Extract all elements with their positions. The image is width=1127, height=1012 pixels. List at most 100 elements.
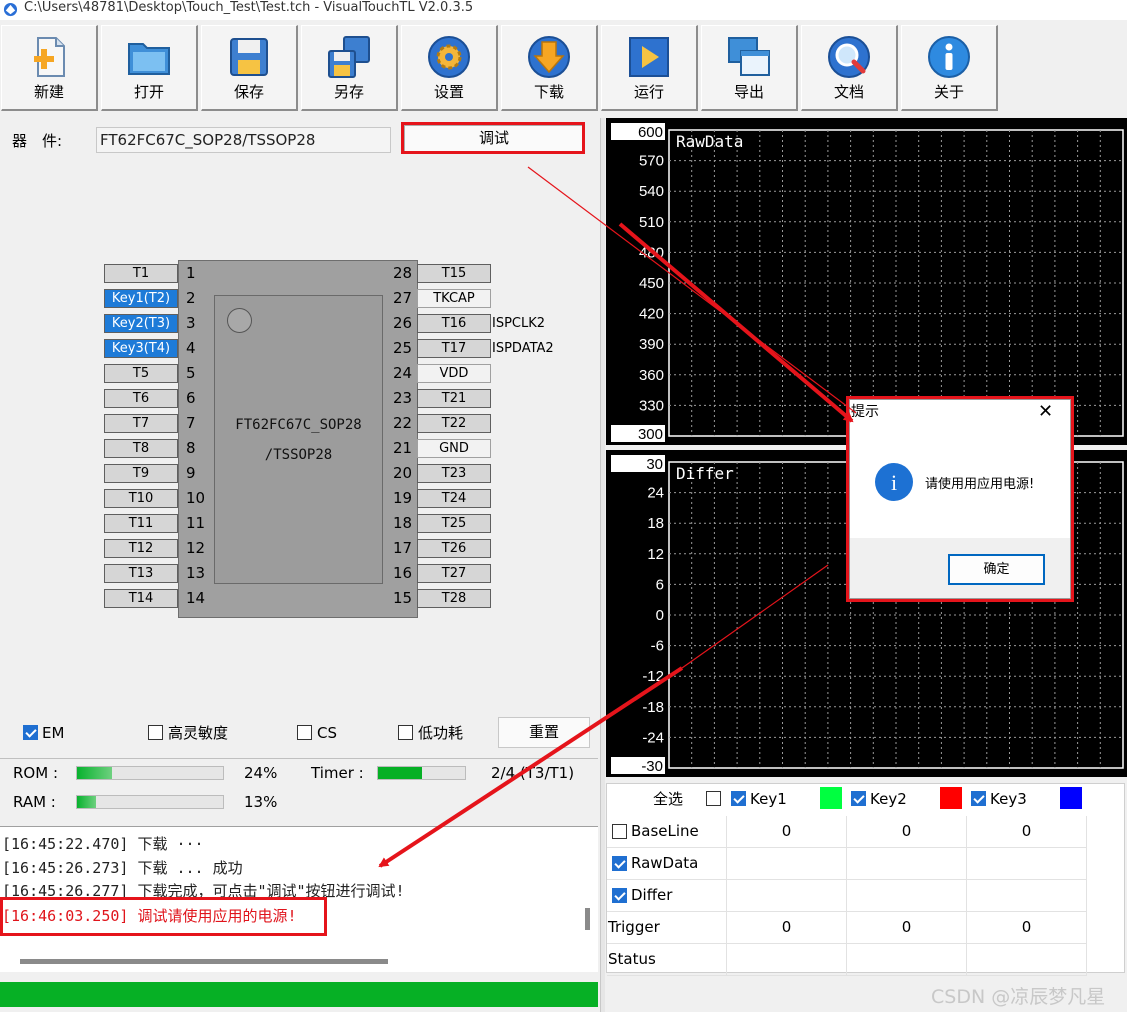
row-checkbox-rawdata[interactable] xyxy=(612,856,627,871)
device-label: 器 件: xyxy=(12,132,63,150)
pin-label[interactable]: T28 xyxy=(417,589,491,608)
pin-label[interactable]: T6 xyxy=(104,389,178,408)
high-sensitivity-checkbox[interactable] xyxy=(148,725,163,740)
settings-button-label: 设置 xyxy=(433,83,464,101)
pin-label[interactable]: T26 xyxy=(417,539,491,558)
export-button-label: 导出 xyxy=(733,83,764,101)
pin-label[interactable]: Key3(T4) xyxy=(104,339,178,358)
select-all-checkbox[interactable] xyxy=(706,791,721,806)
y-tick-label: 510 xyxy=(639,214,664,231)
value-cell xyxy=(727,880,847,912)
annotation-box-debug xyxy=(401,122,585,154)
reset-button[interactable]: 重置 xyxy=(498,717,590,748)
pin-number: 19 xyxy=(393,489,413,507)
pin-number: 4 xyxy=(186,339,196,357)
value-cell xyxy=(967,880,1087,912)
select-all-label: 全选 xyxy=(652,790,683,808)
low-power-checkbox[interactable] xyxy=(398,725,413,740)
log-horizontal-scrollbar[interactable] xyxy=(20,959,388,964)
device-field[interactable]: FT62FC67C_SOP28/TSSOP28 xyxy=(96,127,391,153)
channel-checkbox-key2[interactable] xyxy=(851,791,866,806)
pin-label[interactable]: TKCAP xyxy=(417,289,491,308)
value-cell xyxy=(847,944,967,976)
pin-label[interactable]: T22 xyxy=(417,414,491,433)
channel-panel: 全选 Key1 Key2 Key3 BaseLine 0 0 0 RawData Differ Tr… xyxy=(606,783,1125,976)
pin-label[interactable]: T15 xyxy=(417,264,491,283)
document-button-label: 文档 xyxy=(833,83,864,101)
export-icon xyxy=(728,37,770,76)
pin-label[interactable]: T21 xyxy=(417,389,491,408)
new-button-label: 新建 xyxy=(33,83,64,101)
pin-label[interactable]: GND xyxy=(417,439,491,458)
pin-label[interactable]: T11 xyxy=(104,514,178,533)
channel-label-key3: Key3 xyxy=(990,790,1027,808)
pin-number: 24 xyxy=(393,364,413,382)
cs-checkbox[interactable] xyxy=(297,725,312,740)
pin-label[interactable]: T8 xyxy=(104,439,178,458)
window-title: C:\Users\48781\Desktop\Touch_Test\Test.t… xyxy=(24,0,474,15)
pin-label[interactable]: Key1(T2) xyxy=(104,289,178,308)
pin-label[interactable]: VDD xyxy=(417,364,491,383)
ram-usage-fill xyxy=(77,796,96,808)
pin-label[interactable]: Key2(T3) xyxy=(104,314,178,333)
pin-number: 11 xyxy=(186,514,206,532)
row-checkbox-differ[interactable] xyxy=(612,888,627,903)
open-button[interactable]: 打开 xyxy=(101,25,198,111)
log-vertical-scrollbar[interactable] xyxy=(585,908,590,930)
document-button[interactable]: 文档 xyxy=(801,25,898,111)
em-checkbox[interactable] xyxy=(23,725,38,740)
pin-label[interactable]: T24 xyxy=(417,489,491,508)
row-label-status: Status xyxy=(607,944,727,976)
pin-number: 25 xyxy=(393,339,413,357)
about-button-label: 关于 xyxy=(933,83,964,101)
ymax-label: 30 xyxy=(646,456,663,473)
splitter[interactable] xyxy=(600,118,605,1012)
y-tick-label: 360 xyxy=(639,367,664,384)
value-cell: 0 xyxy=(967,816,1087,848)
pin-number: 7 xyxy=(186,414,196,432)
settings-button[interactable]: 设置 xyxy=(401,25,498,111)
pin-label[interactable]: T12 xyxy=(104,539,178,558)
channel-color-swatch-key1[interactable] xyxy=(820,787,842,809)
run-button[interactable]: 运行 xyxy=(601,25,698,111)
channel-checkbox-key3[interactable] xyxy=(971,791,986,806)
pin-number: 1 xyxy=(186,264,196,282)
pin-label[interactable]: T5 xyxy=(104,364,178,383)
pin-label[interactable]: T27 xyxy=(417,564,491,583)
export-button[interactable]: 导出 xyxy=(701,25,798,111)
value-cell: 0 xyxy=(967,912,1087,944)
timer-label: Timer : xyxy=(311,764,364,782)
value-cell xyxy=(727,944,847,976)
pin-function: ISPCLK2 xyxy=(492,316,546,331)
new-button[interactable]: 新建 xyxy=(1,25,98,111)
channel-color-swatch-key2[interactable] xyxy=(940,787,962,809)
pin-number: 28 xyxy=(393,264,413,282)
channel-color-swatch-key3[interactable] xyxy=(1060,787,1082,809)
pin-label[interactable]: T17 xyxy=(417,339,491,358)
pin-label[interactable]: T13 xyxy=(104,564,178,583)
log-line: [16:45:26.273] 下载 ... 成功 xyxy=(2,859,243,877)
y-tick-label: 6 xyxy=(656,576,664,593)
pin-label[interactable]: T1 xyxy=(104,264,178,283)
pin-label[interactable]: T7 xyxy=(104,414,178,433)
pin-function: ISPDATA2 xyxy=(492,341,554,356)
rom-usage-fill xyxy=(77,767,113,779)
pin-label[interactable]: T16 xyxy=(417,314,491,333)
pin-label[interactable]: T14 xyxy=(104,589,178,608)
pin-label[interactable]: T10 xyxy=(104,489,178,508)
row-checkbox-baseline[interactable] xyxy=(612,824,627,839)
save-button[interactable]: 保存 xyxy=(201,25,298,111)
value-cell xyxy=(967,944,1087,976)
about-button[interactable]: 关于 xyxy=(901,25,998,111)
pin-label[interactable]: T23 xyxy=(417,464,491,483)
pin-label[interactable]: T9 xyxy=(104,464,178,483)
open-button-label: 打开 xyxy=(133,83,164,101)
save-as-button[interactable]: 另存 xyxy=(301,25,398,111)
channel-checkbox-key1[interactable] xyxy=(731,791,746,806)
ymin-label: -30 xyxy=(641,758,663,775)
download-button[interactable]: 下载 xyxy=(501,25,598,111)
pin-label[interactable]: T25 xyxy=(417,514,491,533)
y-tick-label: 24 xyxy=(647,485,664,502)
y-tick-label: -24 xyxy=(642,729,664,746)
ram-label: RAM : xyxy=(13,793,56,811)
